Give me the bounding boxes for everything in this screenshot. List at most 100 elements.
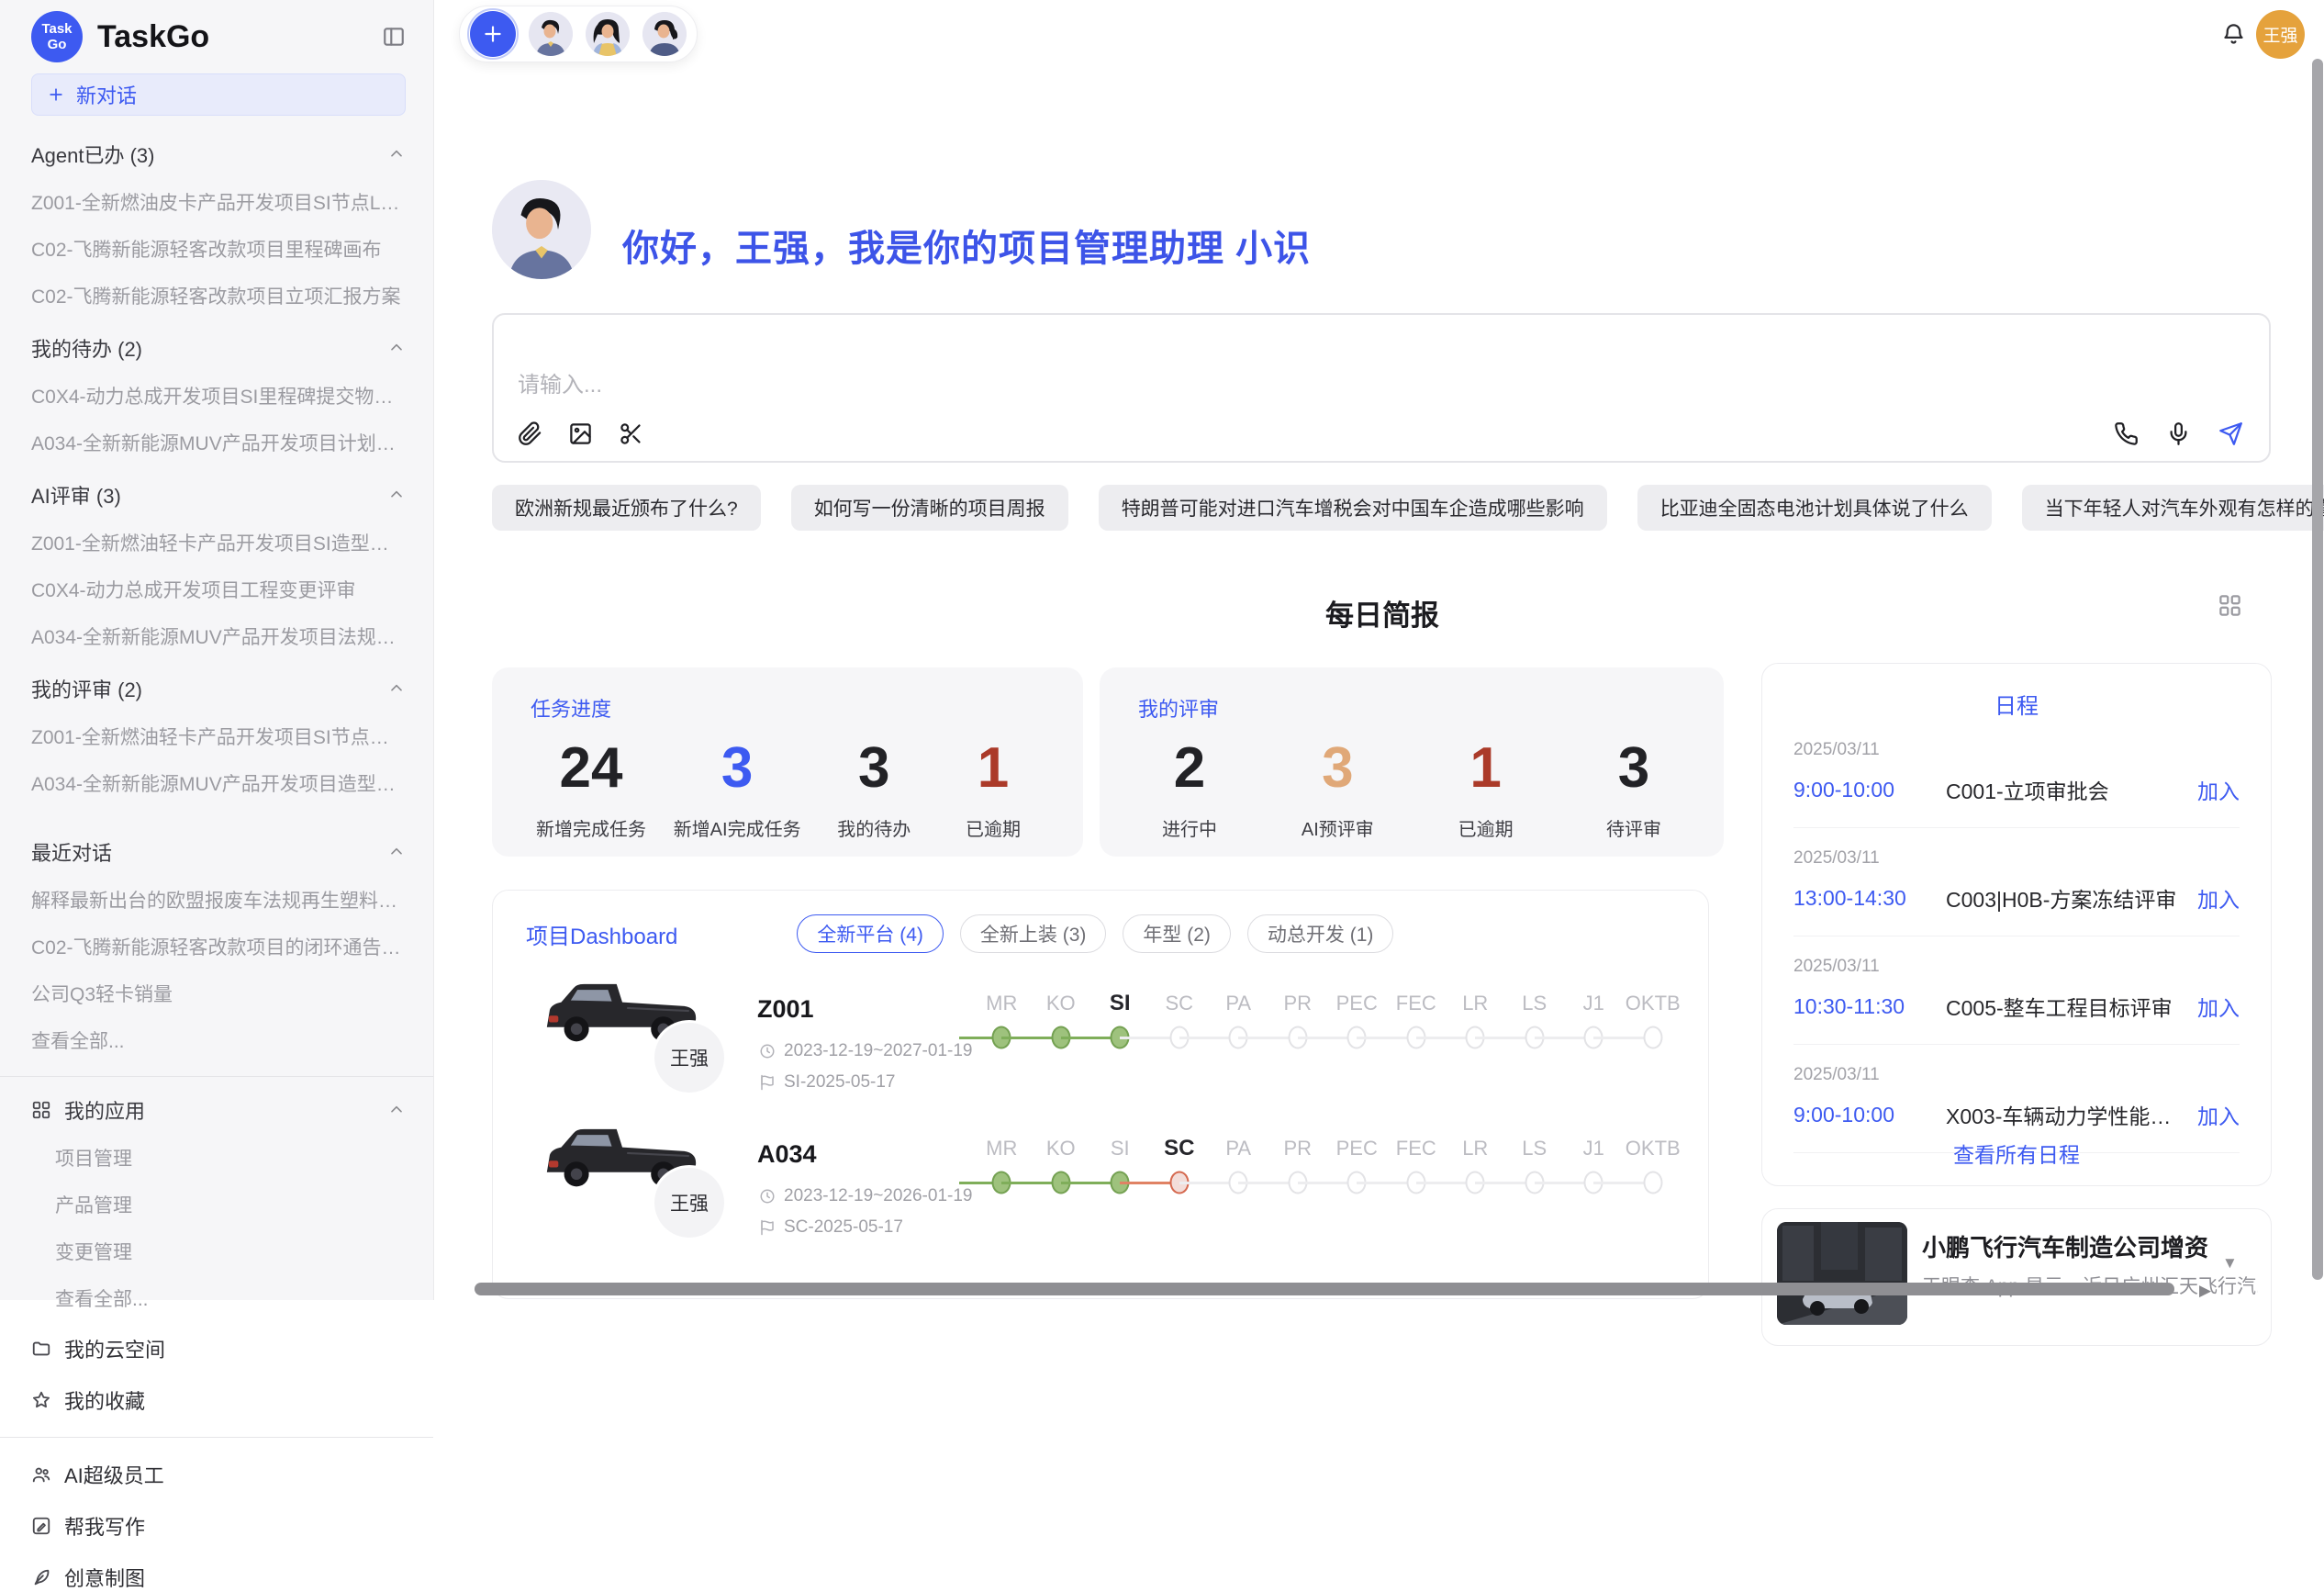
list-item[interactable]: A034-全新新能源MUV产品开发项目计划变更表编写 xyxy=(31,429,406,456)
horizontal-scrollbar[interactable] xyxy=(475,1283,2174,1295)
user-avatar[interactable]: 王强 xyxy=(2256,10,2305,59)
list-item[interactable]: Z001-全新燃油轻卡产品开发项目SI节点属性5D文件评审 xyxy=(31,723,406,750)
phone-icon[interactable] xyxy=(2114,421,2139,446)
add-assistant-button[interactable] xyxy=(470,11,516,57)
sidebar-item-cloud-space[interactable]: 我的云空间 xyxy=(31,1334,406,1363)
users-icon xyxy=(31,1464,51,1485)
flag-milestone: SC-2025-05-17 xyxy=(784,1217,903,1238)
sidebar-item-change-mgmt[interactable]: 变更管理 xyxy=(55,1238,406,1265)
image-icon[interactable] xyxy=(568,421,593,446)
milestone-label: FEC xyxy=(1387,1133,1447,1164)
suggestion-chip[interactable]: 比亚迪全固态电池计划具体说了什么 xyxy=(1637,485,1992,531)
tab-model-year[interactable]: 年型 (2) xyxy=(1123,914,1231,953)
dashboard-title: 项目Dashboard xyxy=(526,918,677,950)
list-item[interactable]: Z001-全新燃油轻卡产品开发项目SI造型提交物评审 xyxy=(31,529,406,556)
milestone-label: J1 xyxy=(1564,1133,1624,1164)
tab-powertrain[interactable]: 动总开发 (1) xyxy=(1247,914,1394,953)
list-item[interactable]: C0X4-动力总成开发项目工程变更评审 xyxy=(31,576,406,603)
chat-input[interactable]: 请输入... xyxy=(492,313,2271,463)
event-title: X003-车辆动力学性能验... xyxy=(1946,1099,2184,1130)
list-item[interactable]: C02-飞腾新能源轻客改款项目的闭环通告反馈情况 xyxy=(31,933,406,960)
bell-icon[interactable] xyxy=(2221,22,2246,47)
sidebar-item-product-mgmt[interactable]: 产品管理 xyxy=(55,1191,406,1218)
stat: 3 AI预评审 xyxy=(1291,737,1383,841)
milestone-label: KO xyxy=(1032,1133,1091,1164)
scissors-icon[interactable] xyxy=(619,421,643,446)
avatar[interactable] xyxy=(586,12,630,56)
card-label: 任务进度 xyxy=(531,693,1045,723)
chevron-up-icon[interactable] xyxy=(387,679,406,698)
milestone-label: SI xyxy=(1090,988,1150,1019)
event-time: 9:00-10:00 xyxy=(1793,778,1946,802)
new-chat-button[interactable]: 新对话 xyxy=(31,73,406,116)
list-item[interactable]: C0X4-动力总成开发项目SI里程碑提交物检查 xyxy=(31,382,406,409)
list-item[interactable]: C02-飞腾新能源轻客改款项目里程碑画布 xyxy=(31,235,406,263)
scroll-right-icon[interactable]: ▶ xyxy=(2199,1282,2211,1300)
attach-icon[interactable] xyxy=(518,421,542,446)
dashboard-tabs: 全新平台 (4) 全新上装 (3) 年型 (2) 动总开发 (1) xyxy=(797,914,1393,953)
briefing-title: 每日简报 xyxy=(492,592,2273,633)
list-item[interactable]: A034-全新新能源MUV产品开发项目法规符合性评审 xyxy=(31,622,406,650)
join-button[interactable]: 加入 xyxy=(2197,1099,2240,1130)
sidebar-collapse-icon[interactable] xyxy=(382,25,406,49)
list-item[interactable]: 公司Q3轻卡销量 xyxy=(31,980,406,1007)
tab-new-platform[interactable]: 全新平台 (4) xyxy=(797,914,944,953)
list-item[interactable]: 解释最新出台的欧盟报废车法规再生塑料比例被调至15%... xyxy=(31,886,406,914)
view-all-chats[interactable]: 查看全部... xyxy=(31,1026,406,1054)
chevron-up-icon[interactable] xyxy=(387,339,406,357)
section-my-review[interactable]: 我的评审 (2) xyxy=(31,674,406,703)
section-my-apps[interactable]: 我的应用 xyxy=(31,1095,406,1125)
suggestion-chip[interactable]: 当下年轻人对汽车外观有怎样的喜好趋势 xyxy=(2022,485,2324,531)
avatar[interactable] xyxy=(529,12,573,56)
sidebar-item-ai-staff[interactable]: AI超级员工 xyxy=(31,1460,406,1489)
suggestion-chips: 欧洲新规最近颁布了什么? 如何写一份清晰的项目周报 特朗普可能对进口汽车增税会对… xyxy=(492,485,2324,531)
chevron-up-icon[interactable] xyxy=(387,145,406,163)
chevron-up-icon[interactable] xyxy=(387,843,406,861)
my-review-card: 我的评审 2 进行中 3 AI预评审 1 已逾期 3 待评审 xyxy=(1100,667,1724,857)
project-row[interactable]: 王强 Z001 2023-12-19~2027-01-19 SI-2025-05… xyxy=(493,955,1708,1111)
sidebar-item-project-mgmt[interactable]: 项目管理 xyxy=(55,1144,406,1172)
view-all-apps[interactable]: 查看全部... xyxy=(55,1284,406,1312)
sidebar-item-favorites[interactable]: 我的收藏 xyxy=(31,1385,406,1415)
list-item[interactable]: A034-全新新能源MUV产品开发项目造型可行性评审 xyxy=(31,769,406,797)
section-title: Agent已办 (3) xyxy=(31,140,155,169)
sidebar-item-label: 创意制图 xyxy=(64,1563,145,1592)
section-title: AI评审 (3) xyxy=(31,480,121,510)
chevron-up-icon[interactable] xyxy=(387,1101,406,1119)
assistant-switcher xyxy=(459,6,698,62)
view-all-schedule-link[interactable]: 查看所有日程 xyxy=(1762,1138,2271,1169)
list-item[interactable]: C02-飞腾新能源轻客改款项目立项汇报方案 xyxy=(31,282,406,309)
tab-new-body[interactable]: 全新上装 (3) xyxy=(960,914,1107,953)
avatar[interactable] xyxy=(642,12,687,56)
project-row[interactable]: 王强 A034 2023-12-19~2026-01-19 SC-2025-05… xyxy=(493,1100,1708,1256)
vertical-scrollbar[interactable] xyxy=(2312,59,2323,1280)
suggestion-chip[interactable]: 欧洲新规最近颁布了什么? xyxy=(492,485,761,531)
stat-value: 2 xyxy=(1144,737,1235,800)
project-flag: SI-2025-05-17 xyxy=(759,1072,895,1093)
sidebar-item-help-write[interactable]: 帮我写作 xyxy=(31,1511,406,1541)
suggestion-chip[interactable]: 如何写一份清晰的项目周报 xyxy=(791,485,1068,531)
date-range: 2023-12-19~2027-01-19 xyxy=(784,1041,972,1061)
layout-grid-icon[interactable] xyxy=(2218,593,2242,618)
section-agent-done[interactable]: Agent已办 (3) xyxy=(31,140,406,169)
app-logo: Task Go xyxy=(31,11,83,62)
join-button[interactable]: 加入 xyxy=(2197,774,2240,805)
join-button[interactable]: 加入 xyxy=(2197,882,2240,914)
scroll-down-icon[interactable]: ▼ xyxy=(2222,1254,2238,1272)
news-card[interactable]: 小鹏飞行汽车制造公司增资 天眼查 App 显示，近日广州汇天飞行汽... xyxy=(1761,1208,2272,1346)
milestone-label: PA xyxy=(1209,1133,1268,1164)
join-button[interactable]: 加入 xyxy=(2197,991,2240,1022)
schedule-event: 2025/03/11 13:00-14:30 C003|H0B-方案冻结评审 加… xyxy=(1793,828,2240,936)
send-icon[interactable] xyxy=(2218,421,2243,446)
suggestion-chip[interactable]: 特朗普可能对进口汽车增税会对中国车企造成哪些影响 xyxy=(1099,485,1607,531)
event-time: 13:00-14:30 xyxy=(1793,886,1946,911)
stat-label: 已逾期 xyxy=(947,814,1039,841)
section-recent-chats[interactable]: 最近对话 xyxy=(31,837,406,867)
chevron-up-icon[interactable] xyxy=(387,486,406,504)
list-item[interactable]: Z001-全新燃油皮卡产品开发项目SI节点Lesson Learn报告 xyxy=(31,188,406,216)
section-ai-review[interactable]: AI评审 (3) xyxy=(31,480,406,510)
stat: 3 待评审 xyxy=(1588,737,1680,841)
mic-icon[interactable] xyxy=(2166,421,2191,446)
sidebar-item-creative-draw[interactable]: 创意制图 xyxy=(31,1563,406,1592)
section-my-todo[interactable]: 我的待办 (2) xyxy=(31,333,406,363)
